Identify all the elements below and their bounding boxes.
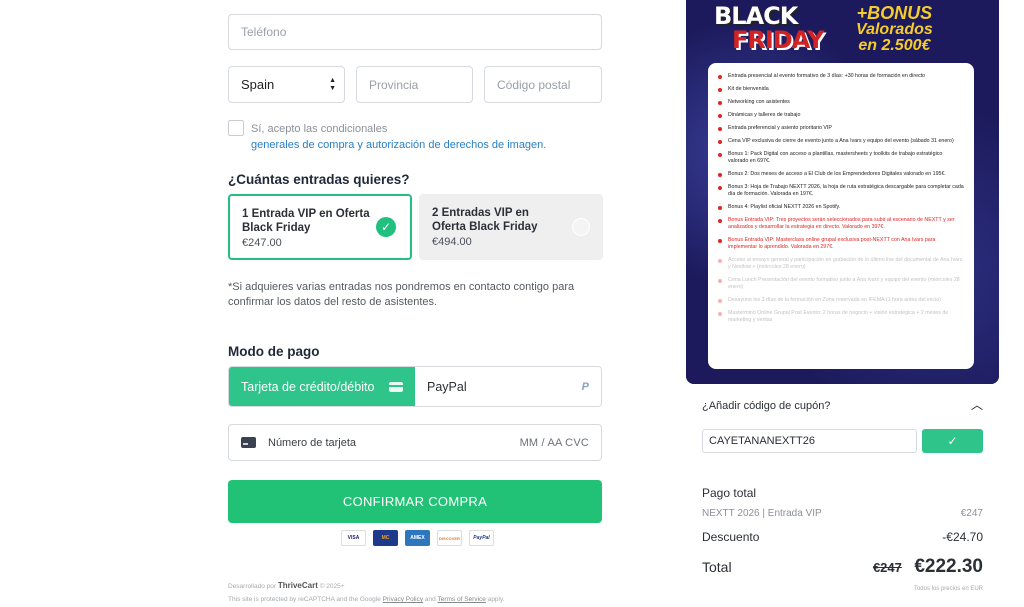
footer-recaptcha: This site is protected by reCAPTCHA and … xyxy=(228,596,505,603)
benefit-item: Networking con asistentes xyxy=(718,99,964,106)
terms-link[interactable]: generales de compra y autorización de de… xyxy=(251,137,546,153)
summary-new-total: €222.30 xyxy=(914,556,983,577)
summary-total-label: Total xyxy=(702,559,732,575)
benefit-item: Bonus 2: Dos meses de acceso a El Club d… xyxy=(718,171,964,178)
ticket-option-price: €494.00 xyxy=(432,236,472,248)
ticket-option-2[interactable]: 2 Entradas VIP en Oferta Black Friday €4… xyxy=(419,194,603,260)
benefit-item: Bonus Entrada VIP: Tres proyectos serán … xyxy=(718,217,964,231)
benefit-item: Bonus Entrada VIP: Masterclass online gr… xyxy=(718,237,964,251)
select-arrows-icon: ▲ ▼ xyxy=(329,76,336,92)
benefit-item: Entrada preferencial y asiento prioritar… xyxy=(718,125,964,132)
tax-note: Todos los precios en EUR xyxy=(913,586,983,592)
summary-total-values: €247 €222.30 xyxy=(873,556,983,578)
ticket-option-name: 2 Entradas VIP en Oferta Black Friday xyxy=(432,207,538,233)
card-number-field[interactable]: Número de tarjeta MM / AA CVC xyxy=(228,424,602,461)
country-value: Spain xyxy=(241,77,275,92)
summary-discount-value: -€24.70 xyxy=(942,530,983,544)
summary-old-total: €247 xyxy=(872,560,902,575)
tab-card[interactable]: Tarjeta de crédito/débito xyxy=(229,367,415,406)
apply-coupon-button[interactable]: ✓ xyxy=(922,429,983,453)
benefit-item: Dinámicas y talleres de trabajo xyxy=(718,112,964,119)
terms-checkbox[interactable] xyxy=(228,120,244,136)
ticket-option-1[interactable]: 1 Entrada VIP en Oferta Black Friday €24… xyxy=(228,194,412,260)
mastercard-logo: MC xyxy=(373,530,398,546)
terms-label: Sí, acepto las condicionales xyxy=(251,123,388,135)
tickets-heading: ¿Cuántas entradas quieres? xyxy=(228,172,410,187)
benefit-item: Entrada presencial al evento formativo d… xyxy=(718,73,964,80)
bonus-line3: en 2.500€ xyxy=(858,37,931,54)
summary-item-price: €247 xyxy=(960,508,983,519)
confirm-purchase-button[interactable]: CONFIRMAR COMPRA xyxy=(228,480,602,523)
ticket-option-price: €247.00 xyxy=(242,237,282,249)
promo-banner: BLACK FRIDAY +BONUS Valorados en 2.500€ … xyxy=(686,0,999,384)
promo-benefits-card: Entrada presencial al evento formativo d… xyxy=(708,63,974,369)
coupon-toggle[interactable]: ¿Añadir código de cupón? xyxy=(702,400,830,412)
black-friday-line2: FRIDAY xyxy=(732,26,824,54)
benefit-item: Cena VIP exclusiva de cierre de evento j… xyxy=(718,138,964,145)
phone-placeholder: Teléfono xyxy=(241,25,287,39)
summary-title: Pago total xyxy=(702,486,757,500)
discover-logo: DISCOVER xyxy=(437,530,462,546)
card-expiry-cvc-placeholder: MM / AA CVC xyxy=(519,436,589,449)
postal-code-field[interactable]: Código postal xyxy=(484,66,602,103)
footer-and: and xyxy=(424,596,436,603)
payment-heading: Modo de pago xyxy=(228,344,320,359)
footer-apply: apply. xyxy=(487,596,505,603)
bonus-line1: +BONUS xyxy=(856,3,933,23)
payment-logos: VISA MC AMEX DISCOVER PayPal xyxy=(341,530,494,546)
chevron-up-icon[interactable]: ︿ xyxy=(971,396,983,413)
phone-field[interactable]: Teléfono xyxy=(228,14,602,50)
ticket-option-name: 1 Entrada VIP en Oferta Black Friday xyxy=(242,208,370,234)
benefit-item: Acceso al ensayo general y participación… xyxy=(718,257,964,271)
footer-copyright: © 2025+ xyxy=(319,583,345,590)
summary-item-row: NEXTT 2026 | Entrada VIP €247 xyxy=(702,508,983,519)
country-select[interactable]: Spain ▲ ▼ xyxy=(228,66,345,103)
check-icon: ✓ xyxy=(947,434,958,448)
benefit-item: Kit de bienvenida xyxy=(718,86,964,93)
credit-card-icon xyxy=(389,381,403,392)
terms-of-service-link[interactable]: Terms of Service xyxy=(437,596,485,603)
footer-prefix: Desarrollado por xyxy=(228,583,277,590)
summary-discount-label: Descuento xyxy=(702,530,760,544)
benefit-item: Desayuno los 3 días de la formación en Z… xyxy=(718,297,964,304)
province-placeholder: Provincia xyxy=(369,77,419,92)
radio-icon xyxy=(572,218,590,236)
benefit-item: Bonus 4: Playlist oficial NEXTT 2026 en … xyxy=(718,204,964,211)
recaptcha-text: This site is protected by reCAPTCHA and … xyxy=(228,596,381,603)
black-friday-line1: BLACK xyxy=(714,2,798,30)
thrivecart-logo: ThriveCart xyxy=(277,581,318,590)
benefit-item: Bonus 1: Pack Digital con acceso a plant… xyxy=(718,151,964,165)
benefit-item: Mastermind Online Grupal Post Evento: 2 … xyxy=(718,310,964,324)
tab-paypal[interactable]: PayPal P xyxy=(415,367,601,406)
amex-logo: AMEX xyxy=(405,530,430,546)
privacy-policy-link[interactable]: Privacy Policy xyxy=(383,596,423,603)
terms-text: Sí, acepto las condicionales generales d… xyxy=(251,121,546,153)
benefit-item: Bonus 3: Hoja de Trabajo NEXTT 2026, la … xyxy=(718,184,964,198)
bonus-line2: Valorados xyxy=(856,21,933,38)
credit-card-icon xyxy=(241,437,256,448)
coupon-input[interactable]: CAYETANANEXTT26 xyxy=(702,429,917,453)
footer-powered-by: Desarrollado por ThriveCart © 2025+ xyxy=(228,581,345,590)
black-friday-title: BLACK FRIDAY xyxy=(714,4,854,52)
card-number-placeholder: Número de tarjeta xyxy=(268,436,357,449)
benefits-list: Entrada presencial al evento formativo d… xyxy=(718,73,964,324)
payment-tabs: Tarjeta de crédito/débito PayPal P xyxy=(228,366,602,407)
tab-paypal-label: PayPal xyxy=(427,379,467,394)
summary-discount-row: Descuento -€24.70 xyxy=(702,530,983,544)
paypal-icon: P xyxy=(581,380,589,393)
postal-placeholder: Código postal xyxy=(497,77,571,92)
tab-card-label: Tarjeta de crédito/débito xyxy=(241,379,375,394)
check-icon: ✓ xyxy=(376,217,396,237)
paypal-logo: PayPal xyxy=(469,530,494,546)
bonus-title: +BONUS Valorados en 2.500€ xyxy=(856,4,933,54)
summary-total-row: Total €247 €222.30 xyxy=(702,556,983,578)
visa-logo: VISA xyxy=(341,530,366,546)
benefit-item: Cena Lunch Presentación del evento forma… xyxy=(718,277,964,291)
tickets-note: *Si adquieres varias entradas nos pondre… xyxy=(228,281,575,308)
province-field[interactable]: Provincia xyxy=(356,66,473,103)
summary-item-label: NEXTT 2026 | Entrada VIP xyxy=(702,508,822,519)
